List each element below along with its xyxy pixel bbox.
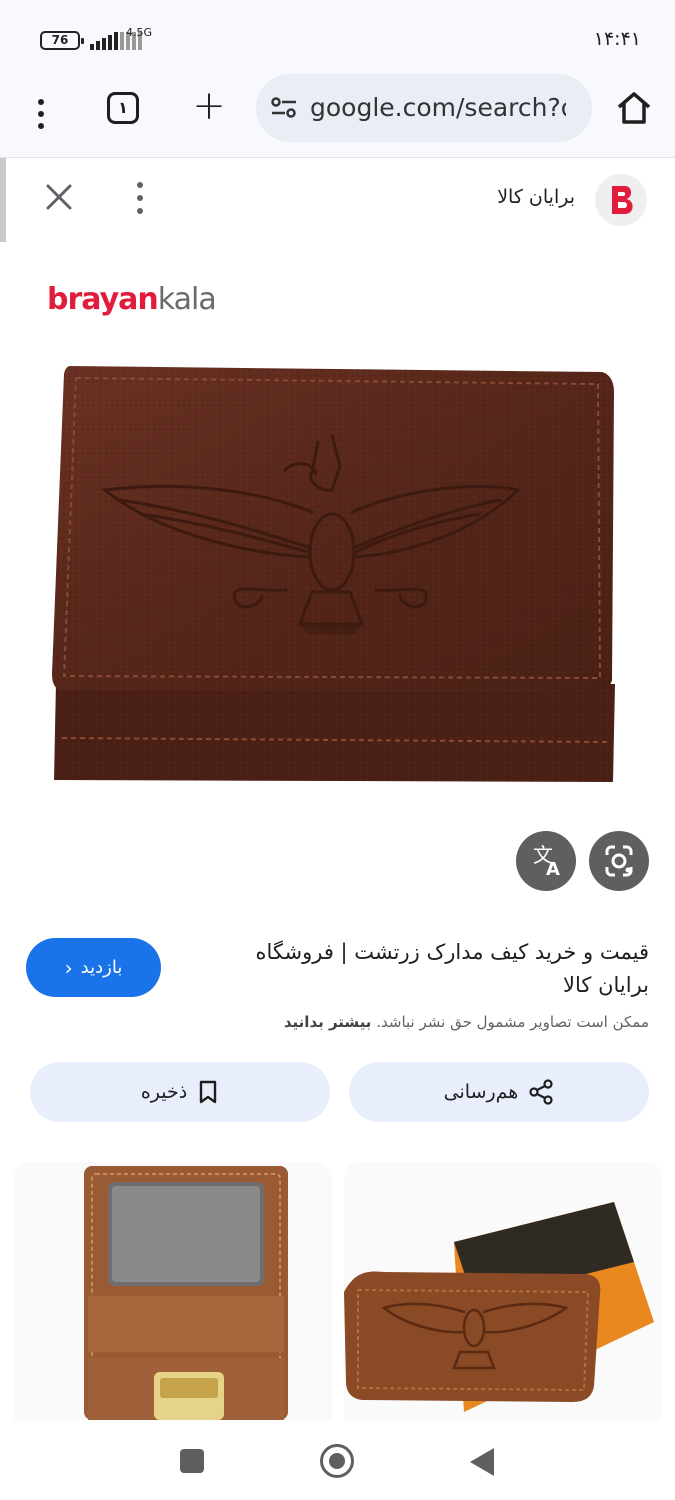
related-image[interactable] <box>344 1162 662 1420</box>
close-icon[interactable] <box>44 182 74 212</box>
share-button[interactable]: هم‌رسانی <box>349 1062 649 1122</box>
wallet-open-image <box>14 1162 332 1420</box>
visit-label: بازدید <box>80 957 123 978</box>
site-settings-icon[interactable] <box>271 97 297 119</box>
chevron-left-icon: ‹ <box>64 955 73 980</box>
url-text: google.com/search?q <box>310 93 566 122</box>
home-icon[interactable] <box>614 88 654 128</box>
copyright-text: ممکن است تصاویر مشمول حق نشر نباشد. <box>376 1013 649 1031</box>
back-button[interactable] <box>470 1448 494 1476</box>
lens-search-button[interactable] <box>589 831 649 891</box>
bookmark-icon <box>200 1080 217 1104</box>
share-icon <box>529 1079 553 1105</box>
translate-button[interactable]: 文 A <box>516 831 576 891</box>
wallet-image <box>52 366 615 782</box>
more-options-icon[interactable] <box>130 182 150 214</box>
brand-logo: brayankala <box>47 282 217 317</box>
browser-toolbar: ۱ + google.com/search?q <box>0 74 675 158</box>
save-label: ذخیره <box>140 1081 188 1103</box>
save-button[interactable]: ذخیره <box>30 1062 330 1122</box>
wallet-box-image <box>344 1162 662 1420</box>
copyright-note: ممکن است تصاویر مشمول حق نشر نباشد. بیشت… <box>284 1013 649 1031</box>
source-site-name[interactable]: برایان کالا <box>497 186 575 208</box>
related-image[interactable] <box>14 1162 332 1420</box>
system-nav-bar <box>0 1420 675 1500</box>
battery-level: 76 <box>51 33 69 47</box>
translate-icon: 文 A <box>533 843 560 880</box>
recents-button[interactable] <box>180 1449 204 1473</box>
preview-image[interactable]: brayankala 文 A <box>0 242 675 902</box>
svg-text:A: A <box>546 859 560 880</box>
tab-switcher-button[interactable]: ۱ <box>107 92 139 124</box>
clock: ۱۴:۴۱ <box>593 28 641 50</box>
share-label: هم‌رسانی <box>443 1081 519 1103</box>
status-bar: 76 4.5G ۱۴:۴۱ <box>0 0 675 74</box>
tab-count: ۱ <box>118 98 128 117</box>
result-title[interactable]: قیمت و خرید کیف مدارک زرتشت | فروشگاه بر… <box>209 936 649 1002</box>
network-type: 4.5G <box>126 26 153 39</box>
browser-menu-button[interactable] <box>24 92 58 136</box>
lens-icon <box>605 845 633 877</box>
address-bar[interactable]: google.com/search?q <box>256 74 592 142</box>
visit-button[interactable]: بازدید ‹ <box>26 938 161 997</box>
new-tab-button[interactable]: + <box>190 86 228 126</box>
learn-more-link[interactable]: بیشتر بدانید <box>284 1013 372 1031</box>
battery-icon: 76 <box>40 31 84 50</box>
site-favicon[interactable] <box>595 174 647 226</box>
home-button[interactable] <box>320 1444 354 1478</box>
source-header: برایان کالا <box>0 158 675 242</box>
